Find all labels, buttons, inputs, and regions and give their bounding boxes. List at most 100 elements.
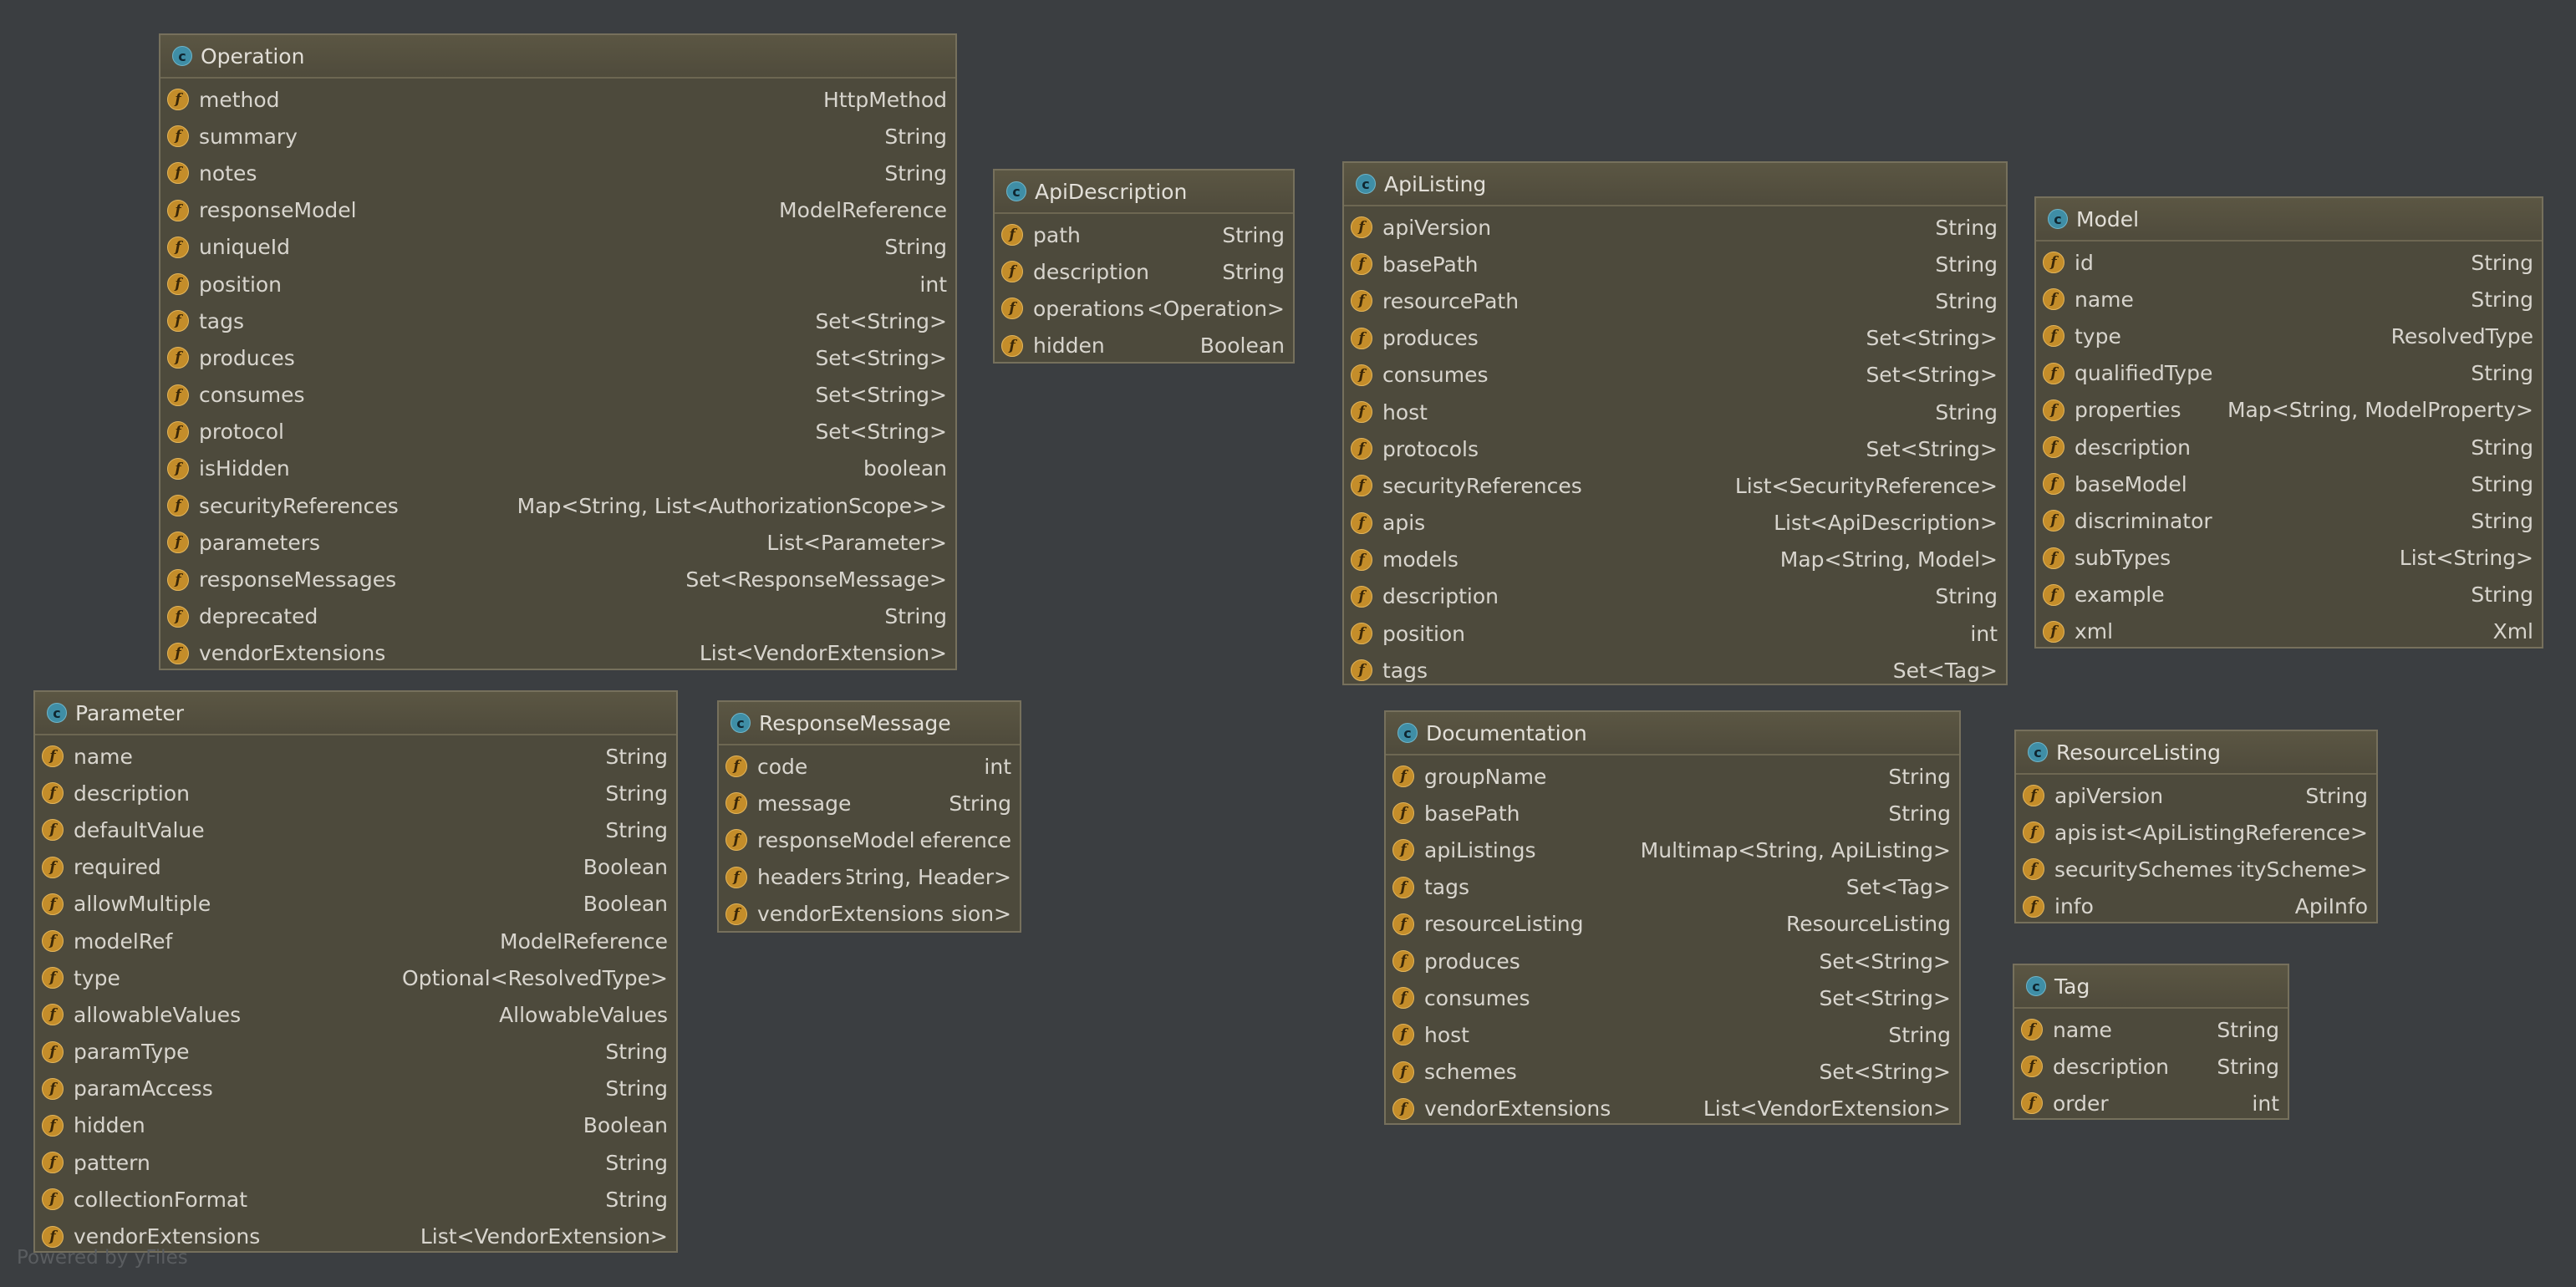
class-operation[interactable]: c Operation f method HttpMethod f summary Str… — [159, 33, 957, 670]
class-header: c Documentation — [1386, 712, 1959, 755]
field-row[interactable]: f securityReferences List<SecurityReferenc… — [1344, 467, 2006, 504]
field-row[interactable]: f allowMultiple Boolean — [35, 886, 676, 923]
field-type: List<VendorExtension> — [699, 641, 947, 666]
field-row[interactable]: f description String — [35, 775, 676, 811]
field-row[interactable]: f required Boolean — [35, 849, 676, 886]
field-row[interactable]: f allowableValues AllowableValues — [35, 996, 676, 1033]
field-row[interactable]: f pattern String — [35, 1144, 676, 1181]
field-row[interactable]: f vendorExtensions sion> — [719, 896, 1020, 933]
field-row[interactable]: f baseModel String — [2036, 465, 2542, 502]
field-row[interactable]: f host String — [1344, 394, 2006, 430]
field-row[interactable]: f subTypes List<String> — [2036, 540, 2542, 577]
field-row[interactable]: f properties Map<String, ModelProperty> — [2036, 392, 2542, 429]
field-row[interactable]: f info ApiInfo — [2016, 888, 2376, 925]
field-type: String — [949, 791, 1011, 816]
field-row[interactable]: f description String — [1344, 578, 2006, 615]
field-row[interactable]: f discriminator String — [2036, 502, 2542, 539]
field-row[interactable]: f code int — [719, 748, 1020, 785]
field-row[interactable]: f apiVersion String — [1344, 209, 2006, 246]
field-row[interactable]: f isHidden boolean — [160, 450, 955, 487]
field-row[interactable]: f defaultValue String — [35, 811, 676, 848]
class-header: c ResourceListing — [2016, 731, 2376, 775]
field-row[interactable]: f summary String — [160, 118, 955, 155]
field-name: responseMessages — [199, 567, 397, 593]
field-row[interactable]: f modelRef ModelReference — [35, 923, 676, 959]
field-row[interactable]: f protocol Set<String> — [160, 414, 955, 450]
field-type: String — [1888, 801, 1951, 826]
field-row[interactable]: f schemes Set<String> — [1386, 1054, 1959, 1091]
field-row[interactable]: f headers String, Header> — [719, 859, 1020, 896]
class-parameter[interactable]: c Parameter f name String f description Strin… — [33, 690, 678, 1253]
field-row[interactable]: f notes String — [160, 155, 955, 191]
class-api-description[interactable]: c ApiDescription f path String f description… — [993, 169, 1295, 364]
field-row[interactable]: f resourcePath String — [1344, 282, 2006, 319]
field-row[interactable]: f position int — [160, 266, 955, 303]
field-name: name — [2075, 287, 2134, 312]
field-row[interactable]: f host String — [1386, 1016, 1959, 1053]
field-row[interactable]: f produces Set<String> — [1344, 320, 2006, 357]
field-row[interactable]: f securityReferences Map<String, List<Auth… — [160, 487, 955, 524]
field-row[interactable]: f basePath String — [1386, 795, 1959, 832]
field-row[interactable]: f description String — [2036, 429, 2542, 465]
field-row[interactable]: f path String — [995, 216, 1293, 253]
class-api-listing[interactable]: c ApiListing f apiVersion String f basePath S… — [1342, 161, 2008, 685]
field-row[interactable]: f apiListings Multimap<String, ApiListing> — [1386, 832, 1959, 868]
field-row[interactable]: f position int — [1344, 615, 2006, 652]
class-response-message[interactable]: c ResponseMessage f code int f message String… — [717, 700, 1021, 933]
field-row[interactable]: f name String — [2014, 1011, 2288, 1048]
field-row[interactable]: f uniqueId String — [160, 229, 955, 266]
field-row[interactable]: f vendorExtensions List<VendorExtension> — [1386, 1091, 1959, 1127]
field-row[interactable]: f consumes Set<String> — [1344, 357, 2006, 394]
class-icon: c — [47, 703, 67, 723]
field-row[interactable]: f name String — [2036, 281, 2542, 318]
field-row[interactable]: f groupName String — [1386, 758, 1959, 795]
field-row[interactable]: f id String — [2036, 244, 2542, 281]
field-row[interactable]: f message String — [719, 785, 1020, 822]
class-model[interactable]: c Model f id String f name String f type Resolve… — [2034, 196, 2543, 649]
class-documentation[interactable]: c Documentation f groupName String f basePat… — [1384, 710, 1961, 1125]
field-row[interactable]: f apis List<ApiListingReference> — [2016, 814, 2376, 851]
field-type: String — [884, 160, 947, 186]
field-row[interactable]: f vendorExtensions List<VendorExtension> — [160, 635, 955, 672]
field-row[interactable]: f consumes Set<String> — [1386, 979, 1959, 1016]
field-icon: f — [1001, 224, 1023, 247]
class-resource-listing[interactable]: c ResourceListing f apiVersion String f apis… — [2014, 730, 2378, 923]
field-row[interactable]: f paramAccess String — [35, 1071, 676, 1107]
field-row[interactable]: f produces Set<String> — [1386, 943, 1959, 979]
field-row[interactable]: f type Optional<ResolvedType> — [35, 959, 676, 996]
field-row[interactable]: f responseModel ModelReference — [160, 192, 955, 229]
field-row[interactable]: f protocols Set<String> — [1344, 430, 2006, 467]
field-row[interactable]: f collectionFormat String — [35, 1181, 676, 1218]
field-row[interactable]: f responseModelReference — [719, 822, 1020, 858]
field-row[interactable]: f consumes Set<String> — [160, 377, 955, 414]
field-row[interactable]: f description String — [2014, 1048, 2288, 1085]
class-tag[interactable]: c Tag f name String f description String f orde… — [2013, 964, 2289, 1120]
field-row[interactable]: f responseMessages Set<ResponseMessage> — [160, 561, 955, 598]
field-row[interactable]: f example String — [2036, 577, 2542, 613]
field-row[interactable]: f produces Set<String> — [160, 339, 955, 376]
field-row[interactable]: f tags Set<Tag> — [1344, 652, 2006, 689]
field-row[interactable]: f securitySchemesurityScheme> — [2016, 851, 2376, 888]
field-row[interactable]: f deprecated String — [160, 598, 955, 635]
field-row[interactable]: f apis List<ApiDescription> — [1344, 505, 2006, 542]
field-row[interactable]: f xml Xml — [2036, 613, 2542, 650]
field-row[interactable]: f hidden Boolean — [995, 328, 1293, 364]
field-row[interactable]: f models Map<String, Model> — [1344, 542, 2006, 578]
field-row[interactable]: f order int — [2014, 1085, 2288, 1122]
field-type: String — [2471, 508, 2533, 533]
field-row[interactable]: f qualifiedType String — [2036, 355, 2542, 392]
field-row[interactable]: f apiVersion String — [2016, 777, 2376, 814]
field-row[interactable]: f type ResolvedType — [2036, 318, 2542, 354]
field-row[interactable]: f resourceListing ResourceListing — [1386, 906, 1959, 943]
field-icon: f — [1392, 802, 1414, 825]
field-row[interactable]: f description String — [995, 253, 1293, 290]
field-row[interactable]: f method HttpMethod — [160, 81, 955, 118]
field-row[interactable]: f parameters List<Parameter> — [160, 524, 955, 561]
field-row[interactable]: f hidden Boolean — [35, 1107, 676, 1144]
field-row[interactable]: f tags Set<Tag> — [1386, 869, 1959, 906]
field-row[interactable]: f paramType String — [35, 1034, 676, 1071]
field-row[interactable]: f operations t<Operation> — [995, 290, 1293, 327]
field-row[interactable]: f name String — [35, 738, 676, 775]
field-row[interactable]: f tags Set<String> — [160, 303, 955, 339]
field-row[interactable]: f basePath String — [1344, 246, 2006, 282]
